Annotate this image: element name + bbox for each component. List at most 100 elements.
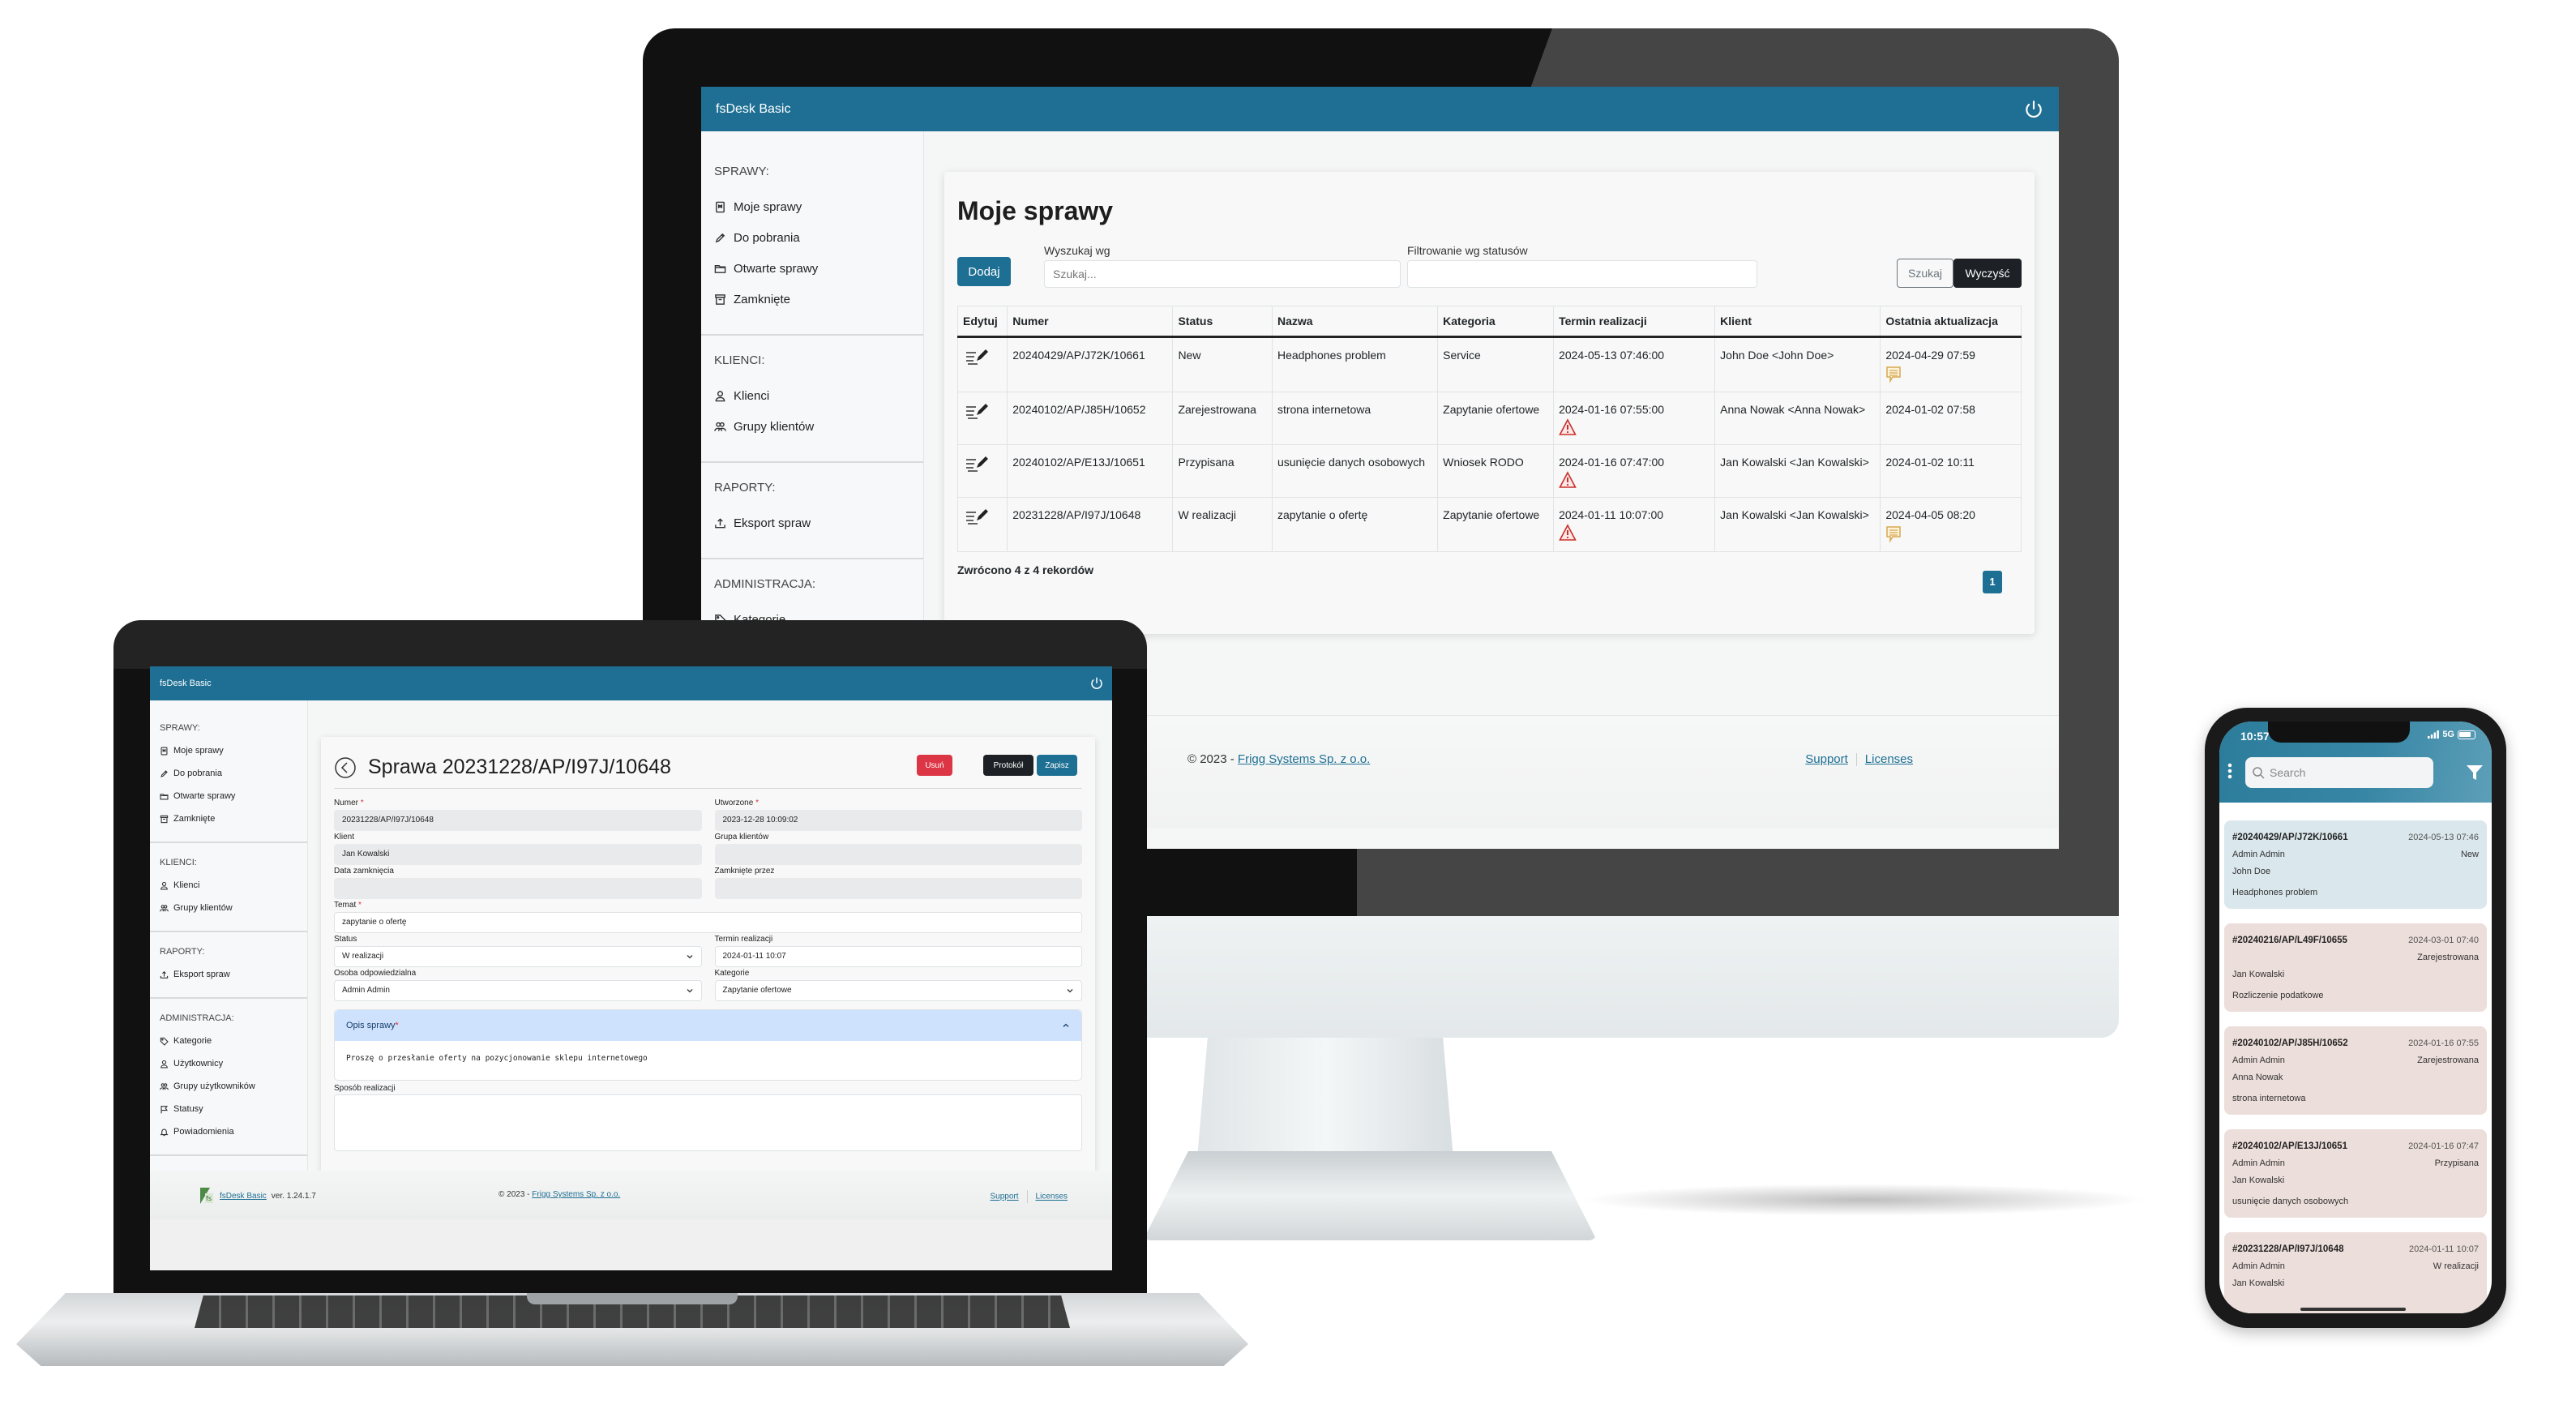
sposob-textarea[interactable] xyxy=(334,1094,1082,1151)
column-header-numer[interactable]: Numer xyxy=(1007,306,1174,338)
clock: 10:57 xyxy=(2240,730,2270,743)
power-icon[interactable] xyxy=(2023,99,2044,120)
case-card[interactable]: #20240429/AP/J72K/10661 2024-05-13 07:46 A… xyxy=(2224,820,2487,909)
case-status: Przypisana xyxy=(2434,1158,2479,1168)
pagination-page-1[interactable]: 1 xyxy=(1983,571,2002,593)
footer-copyright: © 2023 - Frigg Systems Sp. z o.o. xyxy=(1187,752,1371,766)
sidebar-item-otwarte-sprawy[interactable]: Otwarte sprawy xyxy=(160,785,297,807)
opis-text[interactable]: Proszę o przesłanie oferty na pozycjonow… xyxy=(335,1041,1081,1080)
search-field: Wyszukaj wg Szukaj... xyxy=(1044,244,1401,288)
sidebar-item-statusy[interactable]: Statusy xyxy=(160,1098,297,1120)
sidebar-item-klienci[interactable]: Klienci xyxy=(160,874,297,897)
delete-button[interactable]: Usuń xyxy=(917,755,952,776)
search-input[interactable]: Szukaj... xyxy=(1044,260,1401,288)
status-select[interactable]: W realizacji xyxy=(334,946,702,967)
protocol-button[interactable]: Protokół xyxy=(983,755,1033,776)
column-header-nazwa[interactable]: Nazwa xyxy=(1271,306,1439,338)
column-header-klient[interactable]: Klient xyxy=(1714,306,1881,338)
case-status: Zarejestrowana xyxy=(2417,952,2479,962)
case-date: 2024-01-11 10:07 xyxy=(2408,1244,2479,1254)
osoba-select[interactable]: Admin Admin xyxy=(334,980,702,1001)
case-card[interactable]: #20240216/AP/L49F/10655 2024-03-01 07:40 Z… xyxy=(2224,923,2487,1012)
table-row[interactable]: 20240102/AP/J85H/10652 Zarejestrowana stro… xyxy=(956,392,2022,445)
add-button[interactable]: Dodaj xyxy=(957,257,1011,286)
case-card[interactable]: #20231228/AP/I97J/10648 2024-01-11 10:07 A… xyxy=(2224,1232,2487,1313)
kebab-menu-icon[interactable] xyxy=(2227,763,2232,779)
termin-input[interactable]: 2024-01-11 10:07 xyxy=(714,946,1082,967)
case-number: #20240102/AP/E13J/10651 xyxy=(2232,1141,2347,1151)
column-header-kategoria[interactable]: Kategoria xyxy=(1437,306,1555,338)
kategoria-cell: Zapytanie ofertowe xyxy=(1437,497,1555,552)
sidebar-item-label: Zamknięte xyxy=(734,292,791,306)
sposob-label: Sposób realizacji xyxy=(334,1084,396,1093)
save-button[interactable]: Zapisz xyxy=(1037,755,1077,776)
sidebar-item-zamkniete[interactable]: Zamknięte xyxy=(160,807,297,830)
sidebar-item-klienci[interactable]: Klienci xyxy=(714,380,910,411)
sidebar-item-do-pobrania[interactable]: Do pobrania xyxy=(714,222,910,253)
support-link[interactable]: Support xyxy=(991,1193,1019,1201)
sidebar-item-otwarte-sprawy[interactable]: Otwarte sprawy xyxy=(714,253,910,284)
temat-input[interactable]: zapytanie o ofertę xyxy=(334,912,1082,933)
table-row[interactable]: 20231228/AP/I97J/10648 W realizacji zapyta… xyxy=(956,497,2022,552)
sidebar-item-label: Klienci xyxy=(734,388,770,403)
status-filter-field: Filtrowanie wg statusów xyxy=(1407,244,1757,288)
back-arrow-icon[interactable] xyxy=(334,756,357,779)
search-input[interactable]: Search xyxy=(2245,757,2433,788)
sidebar-section-klienci: KLIENCI: Klienci Grupy klientów xyxy=(701,353,923,463)
sidebar-item-grupy-uzytkownikow[interactable]: Grupy użytkowników xyxy=(160,1075,297,1098)
licenses-link[interactable]: Licenses xyxy=(1036,1193,1068,1201)
product-link[interactable]: fsDesk Basic xyxy=(220,1192,267,1201)
sidebar-item-zamkniete[interactable]: Zamknięte xyxy=(714,284,910,315)
pencil-icon xyxy=(160,769,168,777)
edit-icon[interactable] xyxy=(963,453,991,473)
filter-icon[interactable] xyxy=(2466,764,2484,782)
aktualizacja-cell: 2024-01-02 10:11 xyxy=(1880,444,2022,498)
opis-accordion-header[interactable]: Opis sprawy* xyxy=(335,1010,1081,1041)
licenses-link[interactable]: Licenses xyxy=(1865,752,1913,766)
support-link[interactable]: Support xyxy=(1805,752,1848,766)
chevron-down-icon xyxy=(687,989,692,993)
sidebar-item-do-pobrania[interactable]: Do pobrania xyxy=(160,762,297,785)
sidebar-item-kategorie[interactable]: Kategorie xyxy=(160,1030,297,1052)
column-header-ostatnia-aktualizacja[interactable]: Ostatnia aktualizacja xyxy=(1880,306,2022,338)
table-row[interactable]: 20240429/AP/J72K/10661 New Headphones prob… xyxy=(956,336,2022,392)
sidebar-item-eksport-spraw[interactable]: Eksport spraw xyxy=(714,507,910,538)
power-icon[interactable] xyxy=(1089,676,1104,691)
sidebar-item-label: Grupy użytkowników xyxy=(173,1081,255,1091)
kategorie-select[interactable]: Zapytanie ofertowe xyxy=(714,980,1082,1001)
column-header-edytuj[interactable]: Edytuj xyxy=(956,306,1008,338)
status-cell: Przypisana xyxy=(1172,444,1273,498)
app-title: fsDesk Basic xyxy=(716,101,791,116)
search-button[interactable]: Szukaj xyxy=(1897,259,1953,288)
sidebar-item-moje-sprawy[interactable]: Moje sprawy xyxy=(714,191,910,222)
sidebar-item-grupy-klientow[interactable]: Grupy klientów xyxy=(160,897,297,919)
case-card[interactable]: #20240102/AP/J85H/10652 2024-01-16 07:55 A… xyxy=(2224,1026,2487,1115)
edit-icon[interactable] xyxy=(963,346,991,366)
status-filter-input[interactable] xyxy=(1407,260,1757,288)
sidebar-item-moje-sprawy[interactable]: Moje sprawy xyxy=(160,739,297,762)
company-link[interactable]: Frigg Systems Sp. z o.o. xyxy=(1238,752,1370,766)
mobile-app-window: 10:57 5G Search #20240429/AP/J72K/10661 2… xyxy=(2219,722,2492,1313)
edit-icon[interactable] xyxy=(963,506,991,525)
column-header-status[interactable]: Status xyxy=(1172,306,1273,338)
klient-cell: Anna Nowak <Anna Nowak> xyxy=(1714,392,1881,445)
termin-field: Termin realizacji 2024-01-11 10:07 xyxy=(714,935,1082,967)
sidebar-item-grupy-klientow[interactable]: Grupy klientów xyxy=(714,411,910,442)
case-card[interactable]: #20240102/AP/E13J/10651 2024-01-16 07:47 A… xyxy=(2224,1129,2487,1218)
sidebar-item-eksport-spraw[interactable]: Eksport spraw xyxy=(160,963,297,986)
case-date: 2024-01-16 07:47 xyxy=(2408,1141,2479,1151)
comment-icon[interactable] xyxy=(1885,525,1902,543)
clear-button[interactable]: Wyczyść xyxy=(1953,259,2022,288)
data-zamkniecia-field: Data zamknięcia xyxy=(334,867,702,899)
sidebar-item-uzytkownicy[interactable]: Użytkownicy xyxy=(160,1052,297,1075)
table-row[interactable]: 20240102/AP/E13J/10651 Przypisana usunięci… xyxy=(956,444,2022,498)
aktualizacja-cell: 2024-04-05 08:20 xyxy=(1880,497,2022,552)
column-header-termin-realizacji[interactable]: Termin realizacji xyxy=(1553,306,1716,338)
sidebar-item-powiadomienia[interactable]: Powiadomienia xyxy=(160,1120,297,1143)
edit-icon[interactable] xyxy=(963,400,991,420)
kategorie-field: Kategorie Zapytanie ofertowe xyxy=(714,969,1082,1001)
comment-icon[interactable] xyxy=(1885,366,1902,383)
data-zamkniecia-input xyxy=(334,878,702,899)
company-link[interactable]: Frigg Systems Sp. z o.o. xyxy=(532,1190,620,1199)
case-client: Jan Kowalski xyxy=(2232,969,2285,979)
